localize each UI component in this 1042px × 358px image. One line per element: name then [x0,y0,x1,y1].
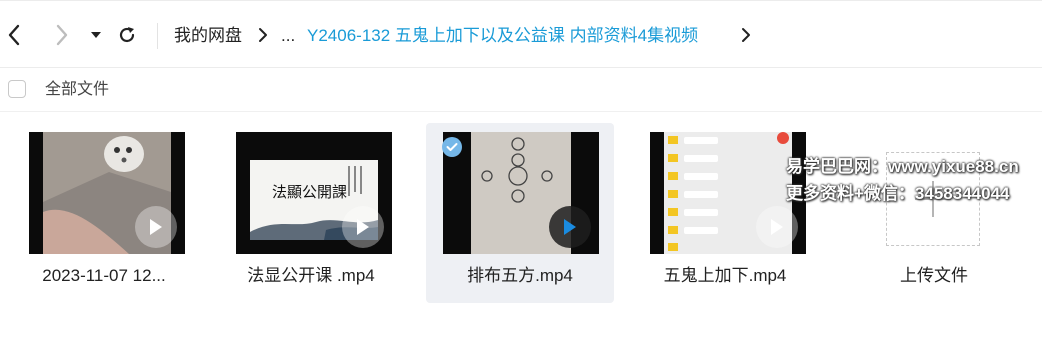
forward-button[interactable] [48,21,76,49]
caret-down-icon [91,32,101,38]
file-name: 五鬼上加下.mp4 [663,266,787,285]
breadcrumb-separator-icon [742,28,750,42]
play-icon [756,206,798,248]
watermark-line-2: 更多资料+微信：3458344044 [786,184,1010,203]
navigation-bar: 我的网盘 ... Y2406-132 五鬼上加下以及公益课 内部资料4集视频 [0,0,1042,68]
select-all-row: 全部文件 [0,68,1042,112]
video-thumbnail [443,132,599,254]
breadcrumb-separator-icon [259,28,267,42]
chevron-left-icon [8,24,20,46]
play-icon [549,206,591,248]
breadcrumb-current: Y2406-132 五鬼上加下以及公益课 内部资料4集视频 [307,26,699,45]
select-all-label: 全部文件 [45,81,110,98]
refresh-icon [119,27,135,43]
chevron-right-icon [56,24,68,46]
nav-divider [157,23,158,49]
back-button[interactable] [0,21,28,49]
breadcrumb-ellipsis[interactable]: ... [281,25,295,47]
video-thumbnail [29,132,185,254]
file-name: 排布五方.mp4 [467,266,573,285]
play-icon [135,206,177,248]
history-dropdown-button[interactable] [82,21,110,49]
upload-label: 上传文件 [900,266,968,285]
thumbnail-title: 法顯公開課 [272,183,348,201]
watermark-line-1: 易学巴巴网：www.yixue88.cn [786,157,1019,176]
file-name: 法显公开课 .mp4 [247,266,375,285]
file-name: 2023-11-07 12... [42,266,166,285]
file-tile[interactable]: 五鬼上加下.mp4 [631,123,819,303]
refresh-button[interactable] [113,21,141,49]
breadcrumb-root[interactable]: 我的网盘 [174,25,242,47]
select-all-checkbox[interactable] [8,80,26,98]
video-thumbnail: 法顯公開課 [236,132,392,254]
video-thumbnail [650,132,806,254]
file-tile-selected[interactable]: 排布五方.mp4 [426,123,614,303]
selected-check-icon[interactable] [442,137,462,157]
play-icon [342,206,384,248]
file-browser: 我的网盘 ... Y2406-132 五鬼上加下以及公益课 内部资料4集视频 全… [0,0,1042,358]
file-tile[interactable]: 2023-11-07 12... [10,123,198,303]
file-tile[interactable]: 法顯公開課 法显公开课 .mp4 [217,123,405,303]
